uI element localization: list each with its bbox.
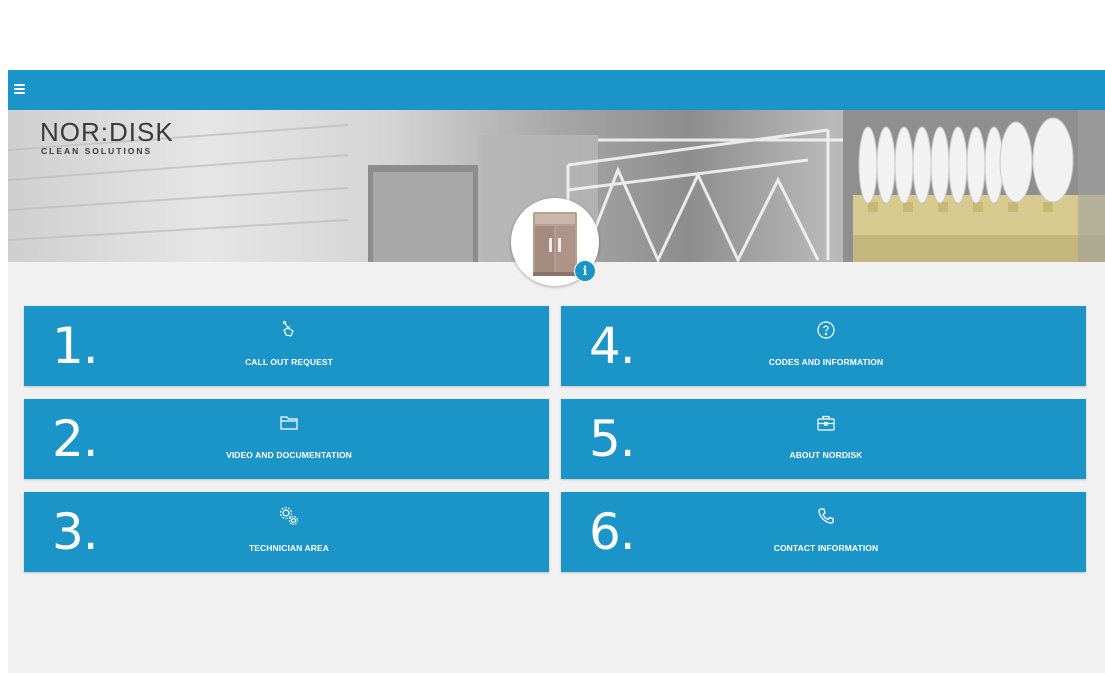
- tile-label: CODES AND INFORMATION: [768, 357, 884, 367]
- tile-number: 2.: [52, 410, 99, 468]
- hand-pointer-icon: [277, 318, 301, 342]
- tile-technician-area[interactable]: 3. TECHNICIAN AREA: [24, 492, 549, 572]
- tile-number: 1.: [52, 317, 99, 375]
- gears-icon: [277, 504, 301, 528]
- tile-codes-and-information[interactable]: 4. CODES AND INFORMATION: [561, 306, 1086, 386]
- tile-number: 5.: [589, 410, 636, 468]
- tile-number: 3.: [52, 503, 99, 561]
- tile-label: CALL OUT REQUEST: [245, 357, 333, 367]
- tile-about-nordisk[interactable]: 5. ABOUT NORDISK: [561, 399, 1086, 479]
- tile-label: TECHNICIAN AREA: [248, 543, 330, 553]
- phone-icon: [814, 504, 838, 528]
- tile-number: 6.: [589, 503, 636, 561]
- briefcase-icon: [814, 411, 838, 435]
- tile-video-and-documentation[interactable]: 2. VIDEO AND DOCUMENTATION: [24, 399, 549, 479]
- nordisk-logo: NOR:DISK CLEAN SOLUTIONS: [40, 118, 174, 156]
- logo-tagline: CLEAN SOLUTIONS: [41, 146, 153, 156]
- folder-icon: [277, 411, 301, 435]
- hamburger-menu-icon[interactable]: [14, 82, 30, 96]
- tile-label: CONTACT INFORMATION: [773, 543, 879, 553]
- question-circle-icon: [814, 318, 838, 342]
- tile-call-out-request[interactable]: 1. CALL OUT REQUEST: [24, 306, 549, 386]
- tile-label: VIDEO AND DOCUMENTATION: [226, 450, 352, 460]
- tile-contact-information[interactable]: 6. CONTACT INFORMATION: [561, 492, 1086, 572]
- tile-number: 4.: [589, 317, 636, 375]
- tile-label: ABOUT NORDISK: [789, 450, 863, 460]
- app-window: NOR:DISK CLEAN SOLUTIONS i 1. CALL OUT R…: [8, 70, 1105, 673]
- info-icon[interactable]: i: [574, 260, 596, 282]
- top-whitespace: [0, 0, 1105, 70]
- logo-wordmark: NOR:DISK: [40, 117, 174, 147]
- top-navigation-bar: [8, 70, 1105, 110]
